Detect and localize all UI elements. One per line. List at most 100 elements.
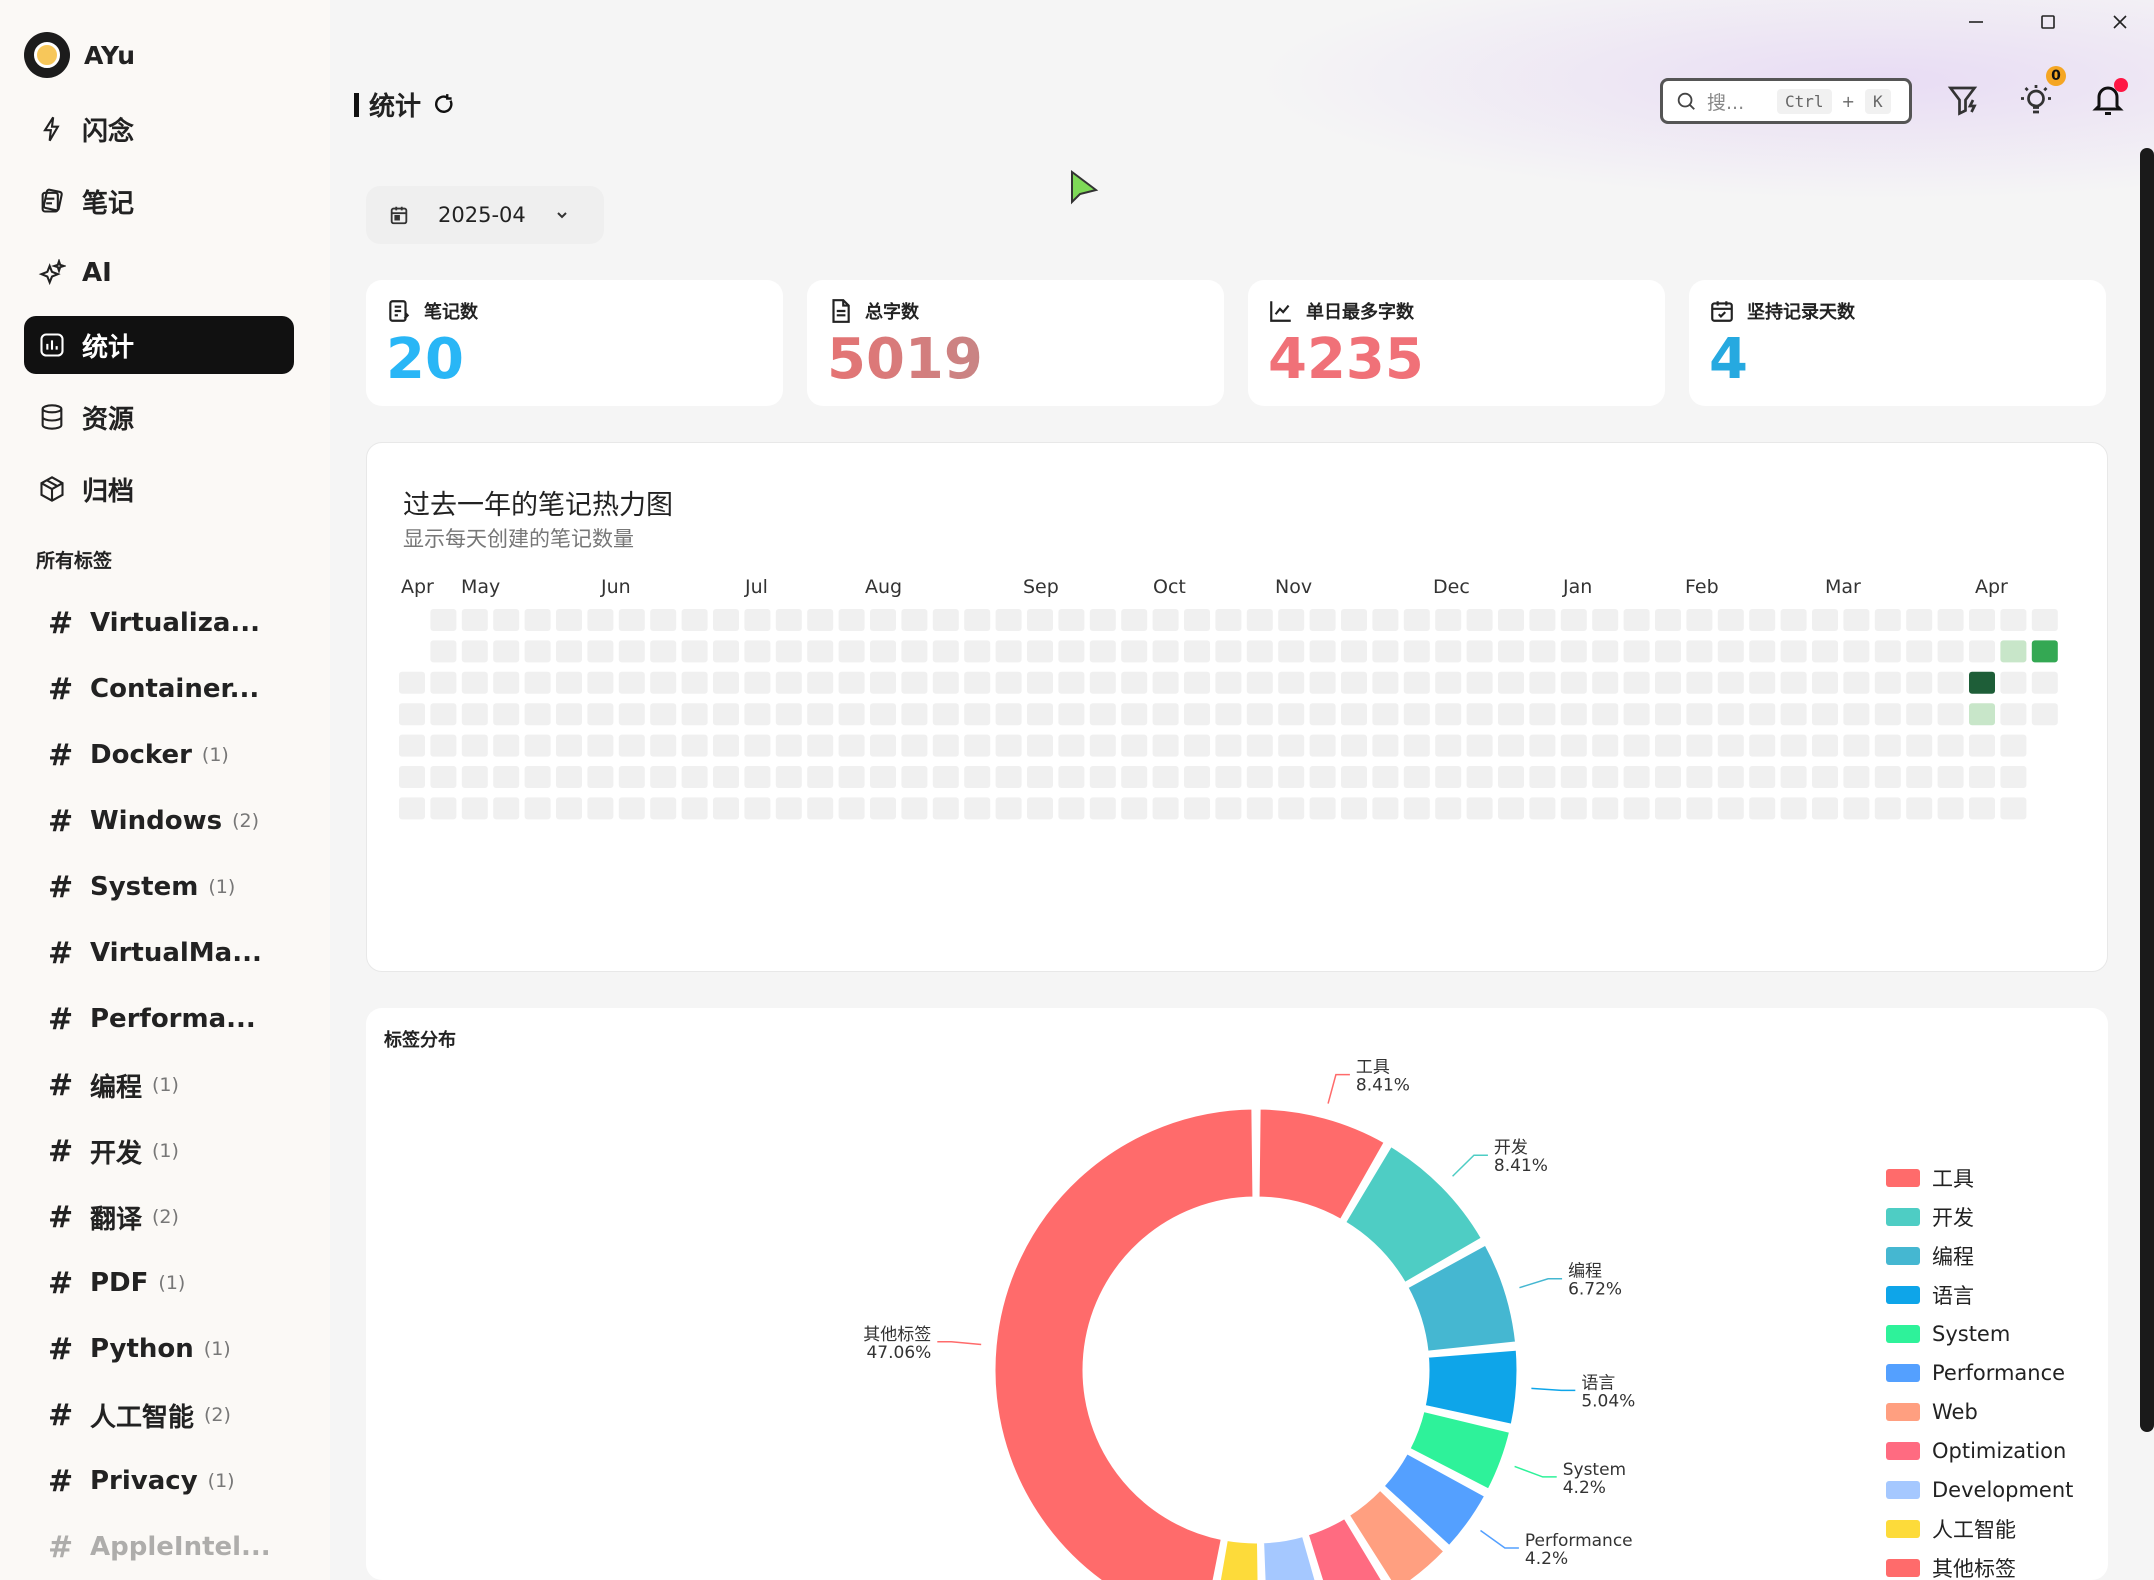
heatmap-cell[interactable]: [1592, 640, 1619, 663]
heatmap-cell[interactable]: [493, 703, 520, 726]
heatmap-cell[interactable]: [1027, 797, 1053, 820]
heatmap-cell[interactable]: [1027, 766, 1053, 788]
heatmap-cell[interactable]: [524, 640, 551, 663]
heatmap-cell[interactable]: [556, 734, 582, 757]
heatmap-cell[interactable]: [1529, 734, 1556, 757]
tag-item[interactable]: # 编程 (1): [48, 1052, 308, 1118]
heatmap-cell[interactable]: [461, 734, 488, 757]
heatmap-cell[interactable]: [556, 766, 582, 788]
heatmap-cell[interactable]: [1655, 734, 1681, 757]
heatmap-cell[interactable]: [1498, 671, 1524, 694]
heatmap-cell[interactable]: [995, 671, 1022, 694]
heatmap-cell[interactable]: [399, 671, 425, 694]
heatmap-cell[interactable]: [1874, 703, 1901, 726]
legend-item[interactable]: Web: [1886, 1392, 2073, 1431]
heatmap-cell[interactable]: [618, 734, 645, 757]
heatmap-cell[interactable]: [556, 609, 582, 631]
heatmap-cell[interactable]: [807, 671, 834, 694]
heatmap-cell[interactable]: [1466, 766, 1493, 788]
search-box[interactable]: 搜... Ctrl + K: [1660, 78, 1912, 124]
heatmap-cell[interactable]: [744, 640, 771, 663]
heatmap-cell[interactable]: [650, 734, 677, 757]
heatmap-cell[interactable]: [1749, 703, 1776, 726]
heatmap-cell[interactable]: [1121, 797, 1148, 820]
heatmap-cell[interactable]: [995, 734, 1022, 757]
heatmap-cell[interactable]: [1121, 671, 1148, 694]
heatmap-cell[interactable]: [775, 609, 802, 631]
heatmap-cell[interactable]: [838, 609, 865, 631]
tag-item[interactable]: # 人工智能 (2): [48, 1382, 308, 1448]
heatmap-cell[interactable]: [618, 766, 645, 788]
heatmap-cell[interactable]: [2000, 703, 2027, 726]
heatmap-cell[interactable]: [1278, 797, 1305, 820]
heatmap-cell[interactable]: [1749, 640, 1776, 663]
heatmap-cell[interactable]: [1466, 609, 1493, 631]
heatmap-cell[interactable]: [1686, 640, 1713, 663]
heatmap-cell[interactable]: [838, 671, 865, 694]
heatmap-cell[interactable]: [1969, 734, 1995, 757]
heatmap-cell[interactable]: [995, 640, 1022, 663]
heatmap-cell[interactable]: [618, 703, 645, 726]
heatmap-cell[interactable]: [1466, 734, 1493, 757]
heatmap-cell[interactable]: [1686, 734, 1713, 757]
heatmap-cell[interactable]: [650, 766, 677, 788]
heatmap-cell[interactable]: [1937, 609, 1964, 631]
heatmap-cell[interactable]: [1278, 703, 1305, 726]
heatmap-cell[interactable]: [1874, 734, 1901, 757]
heatmap-cell[interactable]: [1655, 640, 1681, 663]
heatmap-cell[interactable]: [932, 797, 959, 820]
heatmap-cell[interactable]: [1152, 640, 1179, 663]
heatmap-cell[interactable]: [744, 703, 771, 726]
heatmap-cell[interactable]: [1278, 766, 1305, 788]
heatmap-cell[interactable]: [1655, 797, 1681, 820]
heatmap-cell[interactable]: [1089, 734, 1116, 757]
heatmap-cell[interactable]: [964, 640, 991, 663]
heatmap-cell[interactable]: [1246, 766, 1273, 788]
heatmap-cell[interactable]: [1403, 797, 1430, 820]
heatmap-cell[interactable]: [1309, 703, 1336, 726]
heatmap-cell[interactable]: [587, 734, 614, 757]
nav-item-stats[interactable]: 统计: [24, 316, 294, 374]
heatmap-cell[interactable]: [1780, 797, 1807, 820]
heatmap-cell[interactable]: [1089, 797, 1116, 820]
heatmap-cell[interactable]: [932, 703, 959, 726]
heatmap-cell[interactable]: [1560, 609, 1587, 631]
tag-item[interactable]: # PDF (1): [48, 1250, 308, 1316]
legend-item[interactable]: 编程: [1886, 1236, 2073, 1275]
heatmap-cell[interactable]: [932, 766, 959, 788]
heatmap-cell[interactable]: [744, 734, 771, 757]
heatmap-cell[interactable]: [1623, 609, 1650, 631]
heatmap-cell[interactable]: [1278, 640, 1305, 663]
maximize-icon[interactable]: [2034, 8, 2062, 36]
heatmap-cell[interactable]: [1309, 734, 1336, 757]
heatmap-cell[interactable]: [1906, 671, 1933, 694]
heatmap-cell[interactable]: [870, 734, 896, 757]
heatmap-cell[interactable]: [1560, 640, 1587, 663]
heatmap-cell[interactable]: [1058, 703, 1085, 726]
heatmap-cell[interactable]: [681, 609, 708, 631]
heatmap-cell[interactable]: [461, 797, 488, 820]
heatmap-cell[interactable]: [1152, 609, 1179, 631]
heatmap-cell[interactable]: [1655, 766, 1681, 788]
heatmap-cell[interactable]: [1341, 797, 1367, 820]
heatmap-cell[interactable]: [1592, 766, 1619, 788]
heatmap-cell[interactable]: [524, 797, 551, 820]
heatmap-cell[interactable]: [1498, 734, 1524, 757]
heatmap-cell[interactable]: [964, 671, 991, 694]
heatmap-cell[interactable]: [1906, 797, 1933, 820]
heatmap-cell[interactable]: [775, 640, 802, 663]
heatmap-cell[interactable]: [1498, 766, 1524, 788]
heatmap-cell[interactable]: [870, 640, 896, 663]
tag-item[interactable]: # Windows (2): [48, 788, 308, 854]
heatmap-cell[interactable]: [493, 797, 520, 820]
heatmap-cell[interactable]: [1058, 640, 1085, 663]
heatmap-cell[interactable]: [1246, 734, 1273, 757]
heatmap-cell[interactable]: [1812, 703, 1838, 726]
heatmap-cell[interactable]: [1937, 640, 1964, 663]
tag-item[interactable]: # Privacy (1): [48, 1448, 308, 1514]
heatmap-cell[interactable]: [1027, 671, 1053, 694]
heatmap-cell[interactable]: [1466, 797, 1493, 820]
heatmap-cell[interactable]: [901, 671, 928, 694]
heatmap-cell[interactable]: [1874, 671, 1901, 694]
legend-item[interactable]: 其他标签: [1886, 1548, 2073, 1580]
